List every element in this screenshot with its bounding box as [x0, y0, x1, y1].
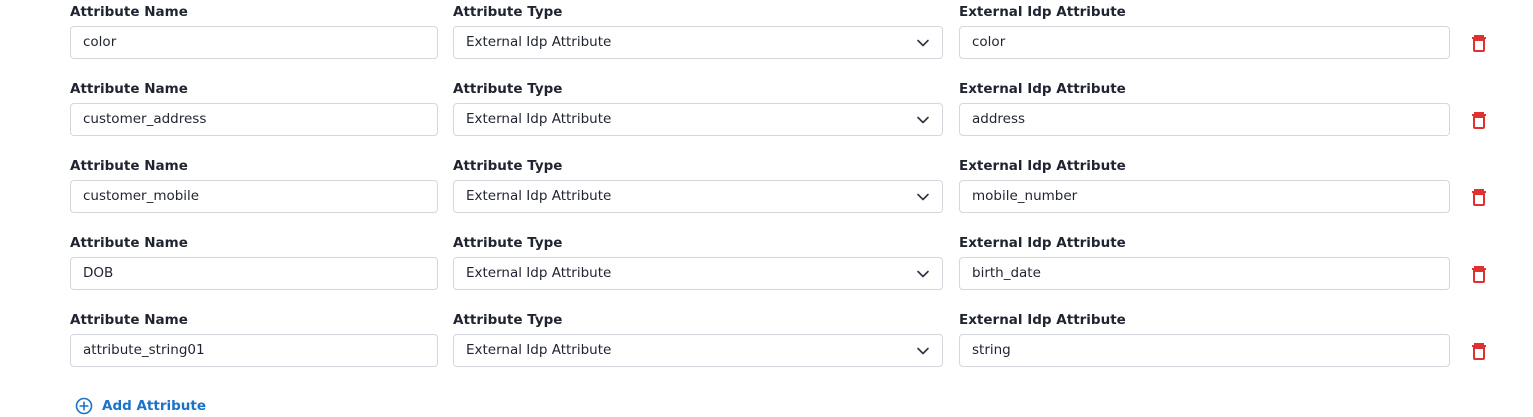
chevron-down-icon: [917, 39, 929, 47]
attribute-row: Attribute Name Attribute Type External I…: [0, 235, 1533, 312]
attribute-name-input[interactable]: attribute_string01: [70, 334, 438, 367]
external-idp-attribute-label: External Idp Attribute: [959, 81, 1126, 97]
external-idp-attribute-input[interactable]: mobile_number: [959, 180, 1450, 213]
attribute-name-input[interactable]: color: [70, 26, 438, 59]
external-idp-attribute-input[interactable]: address: [959, 103, 1450, 136]
trash-icon[interactable]: [1470, 187, 1488, 207]
attribute-row: Attribute Name Attribute Type External I…: [0, 312, 1533, 389]
attribute-type-select[interactable]: External Idp Attribute: [453, 257, 943, 290]
add-attribute-label: Add Attribute: [102, 398, 206, 414]
attribute-name-input[interactable]: customer_address: [70, 103, 438, 136]
external-idp-attribute-label: External Idp Attribute: [959, 158, 1126, 174]
attribute-row: Attribute Name Attribute Type External I…: [0, 158, 1533, 235]
external-idp-attribute-label: External Idp Attribute: [959, 4, 1126, 20]
attribute-name-input[interactable]: customer_mobile: [70, 180, 438, 213]
chevron-down-icon: [917, 270, 929, 278]
attribute-row: Attribute Name Attribute Type External I…: [0, 4, 1533, 81]
attribute-mapping-form: Attribute Name Attribute Type External I…: [0, 0, 1533, 417]
attribute-type-select[interactable]: External Idp Attribute: [453, 334, 943, 367]
attribute-type-label: Attribute Type: [453, 4, 563, 20]
attribute-name-input[interactable]: DOB: [70, 257, 438, 290]
trash-icon[interactable]: [1470, 264, 1488, 284]
attribute-type-value: External Idp Attribute: [466, 34, 612, 50]
attribute-name-label: Attribute Name: [70, 235, 188, 251]
external-idp-attribute-label: External Idp Attribute: [959, 235, 1126, 251]
attribute-type-label: Attribute Type: [453, 158, 563, 174]
external-idp-attribute-input[interactable]: string: [959, 334, 1450, 367]
external-idp-attribute-input[interactable]: color: [959, 26, 1450, 59]
attribute-type-value: External Idp Attribute: [466, 111, 612, 127]
add-attribute-button[interactable]: Add Attribute: [75, 396, 206, 416]
attribute-type-select[interactable]: External Idp Attribute: [453, 103, 943, 136]
chevron-down-icon: [917, 193, 929, 201]
trash-icon[interactable]: [1470, 110, 1488, 130]
external-idp-attribute-label: External Idp Attribute: [959, 312, 1126, 328]
attribute-row: Attribute Name Attribute Type External I…: [0, 81, 1533, 158]
attribute-type-value: External Idp Attribute: [466, 265, 612, 281]
trash-icon[interactable]: [1470, 33, 1488, 53]
chevron-down-icon: [917, 116, 929, 124]
attribute-name-label: Attribute Name: [70, 312, 188, 328]
attribute-type-select[interactable]: External Idp Attribute: [453, 26, 943, 59]
attribute-name-label: Attribute Name: [70, 158, 188, 174]
attribute-name-label: Attribute Name: [70, 81, 188, 97]
attribute-name-label: Attribute Name: [70, 4, 188, 20]
chevron-down-icon: [917, 347, 929, 355]
attribute-type-label: Attribute Type: [453, 235, 563, 251]
attribute-type-value: External Idp Attribute: [466, 188, 612, 204]
trash-icon[interactable]: [1470, 341, 1488, 361]
attribute-type-select[interactable]: External Idp Attribute: [453, 180, 943, 213]
plus-circle-icon: [75, 397, 93, 415]
attribute-type-label: Attribute Type: [453, 81, 563, 97]
external-idp-attribute-input[interactable]: birth_date: [959, 257, 1450, 290]
attribute-type-label: Attribute Type: [453, 312, 563, 328]
attribute-type-value: External Idp Attribute: [466, 342, 612, 358]
